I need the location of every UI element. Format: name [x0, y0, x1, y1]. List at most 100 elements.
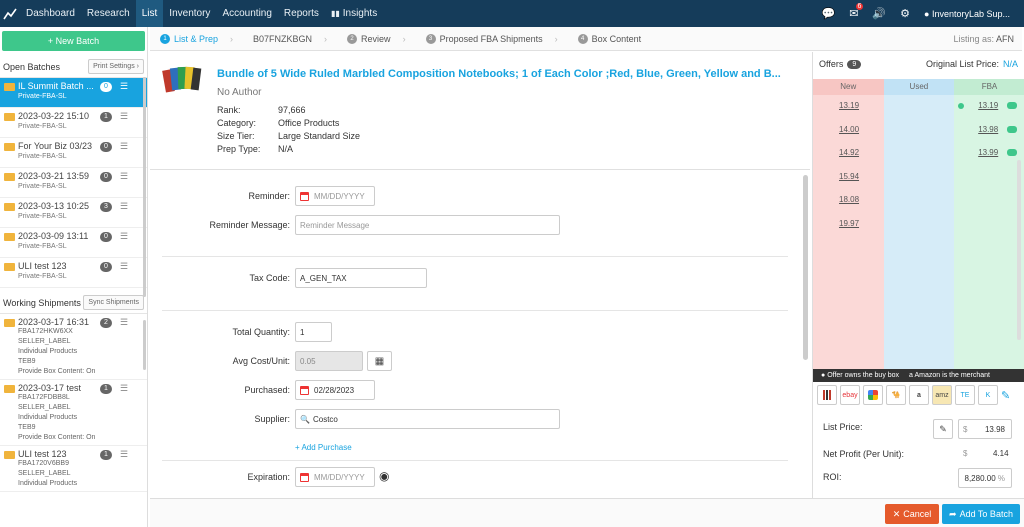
step-proposed-shipments[interactable]: 3 Proposed FBA Shipments ›: [416, 33, 568, 44]
fba-offer-price[interactable]: 13.99: [954, 142, 1024, 166]
fba-offer-price[interactable]: 13.19: [954, 95, 1024, 119]
amazon-link-icon[interactable]: a: [909, 385, 929, 405]
nav-research[interactable]: Research: [81, 0, 136, 27]
fba-badge-icon: [1007, 125, 1018, 133]
shipment-line: SELLER_LABEL: [18, 404, 71, 411]
listing-as-value: AFN: [996, 33, 1014, 44]
tactical-arbitrage-icon[interactable]: TE: [955, 385, 975, 405]
mail-icon[interactable]: ✉ 6: [849, 3, 864, 20]
add-purchase-link[interactable]: + Add Purchase: [295, 443, 352, 452]
batch-item[interactable]: 2023-03-09 13:11 Private-FBA-SL 0 ☰: [0, 228, 147, 258]
menu-icon[interactable]: ☰: [120, 111, 128, 122]
reminder-message-input[interactable]: Reminder Message: [295, 215, 560, 235]
menu-icon[interactable]: ☰: [120, 383, 128, 394]
folder-icon: [4, 385, 15, 393]
menu-icon[interactable]: ☰: [120, 81, 128, 92]
product-title[interactable]: Bundle of 5 Wide Ruled Marbled Compositi…: [217, 68, 781, 80]
reminder-message-label: Reminder Message:: [209, 220, 290, 230]
batch-item[interactable]: 2023-03-13 10:25 Private-FBA-SL 3 ☰: [0, 198, 147, 228]
offers-columns: New 13.19 14.00 14.92 15.94 18.08 19.97 …: [813, 79, 1024, 369]
gear-icon[interactable]: ⚙: [900, 7, 910, 20]
cancel-button[interactable]: ✕ Cancel: [885, 504, 939, 524]
menu-icon[interactable]: ☰: [120, 317, 128, 328]
new-offer-price[interactable]: 18.08: [813, 189, 884, 213]
step-list-prep[interactable]: 1 List & Prep ›: [150, 33, 243, 44]
menu-icon[interactable]: ☰: [120, 449, 128, 460]
net-profit-value: 4.14: [993, 449, 1009, 458]
new-offer-price[interactable]: 14.00: [813, 119, 884, 143]
new-batch-button[interactable]: + New Batch: [2, 31, 145, 51]
batches-scrollbar[interactable]: [143, 77, 146, 297]
new-offer-price[interactable]: 15.94: [813, 166, 884, 190]
nav-insights[interactable]: ▮▮ Insights: [325, 0, 383, 27]
menu-icon[interactable]: ☰: [120, 141, 128, 152]
batch-title: For Your Biz 03/23: [18, 141, 93, 151]
form-scrollbar[interactable]: [803, 175, 808, 360]
reminder-date-input[interactable]: MM/DD/YYYY: [295, 186, 375, 206]
nav-list[interactable]: List: [135, 0, 164, 27]
keepa-icon[interactable]: K: [978, 385, 998, 405]
net-profit-label: Net Profit (Per Unit):: [823, 449, 905, 459]
pencil-icon[interactable]: ✎: [1001, 389, 1010, 402]
chevron-right-icon: ›: [324, 33, 328, 44]
edit-price-button[interactable]: ✎: [933, 419, 953, 439]
sync-shipments-button[interactable]: Sync Shipments: [83, 295, 144, 310]
olp-value[interactable]: N/A: [1003, 59, 1018, 69]
chat-icon[interactable]: 💬: [821, 7, 835, 20]
nav-dashboard[interactable]: Dashboard: [20, 0, 81, 27]
supplier-value: Costco: [312, 414, 338, 424]
avg-cost-input[interactable]: 0.05: [295, 351, 363, 371]
buy-box-icon: [958, 103, 965, 109]
cancel-label: Cancel: [903, 509, 932, 519]
volume-icon[interactable]: 🔊: [872, 7, 886, 20]
menu-icon[interactable]: ☰: [120, 231, 128, 242]
purchased-date-input[interactable]: 02/28/2023: [295, 380, 375, 400]
step-asin[interactable]: B07FNZKBGN ›: [243, 34, 337, 44]
roi-input[interactable]: 8,280.00 %: [958, 468, 1012, 488]
menu-icon[interactable]: ☰: [120, 171, 128, 182]
shipment-item[interactable]: 2023-03-17 16:31 FBA172HKW6XX SELLER_LABEL…: [0, 314, 147, 380]
shipment-item[interactable]: 2023-03-17 test FBA172FDBB8L SELLER_LABEL I…: [0, 380, 147, 446]
new-offer-price[interactable]: 14.92: [813, 142, 884, 166]
eye-icon[interactable]: ◉: [379, 469, 389, 483]
supplier-input[interactable]: 🔍 Costco: [295, 409, 560, 429]
batch-count: 0: [100, 172, 112, 182]
shipments-scrollbar[interactable]: [143, 320, 146, 370]
logo-icon[interactable]: [0, 0, 20, 27]
reminder-label: Reminder:: [248, 191, 290, 201]
user-menu[interactable]: ● InventoryLab Sup...: [924, 9, 1010, 19]
offers-scrollbar[interactable]: [1017, 160, 1021, 340]
new-offer-price[interactable]: 19.97: [813, 213, 884, 237]
batch-item[interactable]: 2023-03-22 15:10 Private-FBA-SL 1 ☰: [0, 108, 147, 138]
menu-icon[interactable]: ☰: [120, 261, 128, 272]
books-icon[interactable]: [817, 385, 837, 405]
shipment-item[interactable]: ULI test 123 FBA1720V6BB9 SELLER_LABEL Indi…: [0, 446, 147, 492]
nav-accounting[interactable]: Accounting: [216, 0, 277, 27]
new-offer-price[interactable]: 13.19: [813, 95, 884, 119]
camel-icon[interactable]: 🐪: [886, 385, 906, 405]
total-quantity-input[interactable]: 1: [295, 322, 332, 342]
batch-count: 1: [100, 112, 112, 122]
nav-inventory[interactable]: Inventory: [163, 0, 216, 27]
expiration-date-input[interactable]: MM/DD/YYYY: [295, 467, 375, 487]
step-icon: 1: [160, 33, 170, 44]
batch-item[interactable]: For Your Biz 03/23 Private-FBA-SL 0 ☰: [0, 138, 147, 168]
list-price-input[interactable]: $13.98: [958, 419, 1012, 439]
batch-item[interactable]: IL Summit Batch ... Private-FBA-SL 0 ☰: [0, 78, 147, 108]
folder-icon: [4, 233, 15, 241]
ebay-icon[interactable]: ebay: [840, 385, 860, 405]
step-review[interactable]: 2 Review ›: [337, 33, 416, 44]
batch-item[interactable]: 2023-03-21 13:59 Private-FBA-SL 0 ☰: [0, 168, 147, 198]
fba-offer-price[interactable]: 13.98: [954, 119, 1024, 143]
print-settings-button[interactable]: Print Settings ›: [88, 59, 144, 74]
batch-count: 0: [100, 262, 112, 272]
tax-code-input[interactable]: A_GEN_TAX: [295, 268, 427, 288]
amazon-store-icon[interactable]: amz: [932, 385, 952, 405]
google-icon[interactable]: [863, 385, 883, 405]
batch-item[interactable]: ULI test 123 Private-FBA-SL 0 ☰: [0, 258, 147, 288]
menu-icon[interactable]: ☰: [120, 201, 128, 212]
nav-reports[interactable]: Reports: [278, 0, 325, 27]
add-to-batch-button[interactable]: ➦ Add To Batch: [942, 504, 1020, 524]
step-box-content[interactable]: 4 Box Content: [568, 33, 652, 44]
calculator-button[interactable]: ▦: [367, 351, 392, 371]
